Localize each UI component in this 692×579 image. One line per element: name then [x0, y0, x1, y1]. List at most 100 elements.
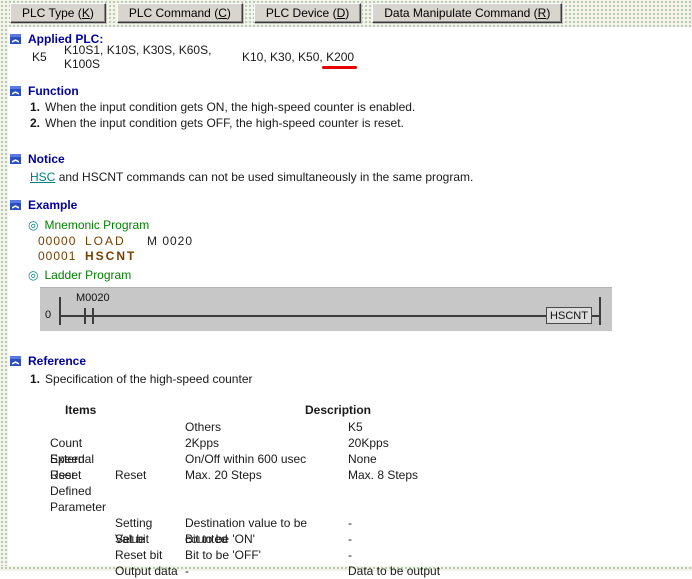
mnemonic-line: 00001 HSCNT: [38, 248, 690, 263]
table-header-row: Items Description: [50, 403, 690, 419]
table-cell: Max. 20 Steps: [185, 467, 348, 483]
reference-item: 1.Specification of the high-speed counte…: [30, 371, 690, 387]
plc-group-k5: K5: [32, 50, 64, 64]
section-title: Notice: [28, 152, 65, 166]
book-icon: [10, 85, 22, 97]
notice-text-rest: and HSCNT commands can not be used simul…: [59, 170, 474, 184]
table-cell: Parameter: [50, 499, 115, 515]
table-row: UserResetMax. 20 StepsMax. 8 Steps: [50, 467, 690, 483]
item-number: 1.: [30, 100, 40, 114]
section-title: Example: [28, 198, 77, 212]
item-number: 2.: [30, 116, 40, 130]
table-cell: [185, 499, 348, 515]
table-cell: K5: [348, 419, 690, 435]
step-address: 00001: [38, 249, 85, 263]
right-power-rail: [599, 297, 601, 325]
rung-number: 0: [45, 309, 51, 321]
help-content: Applied PLC: K5 K10S1, K10S, K30S, K60S,…: [10, 31, 690, 579]
k200-highlight: K200: [326, 50, 354, 64]
applied-plc-list: K5 K10S1, K10S, K30S, K60S, K100S K10, K…: [32, 49, 690, 65]
table-row: OthersK5: [50, 419, 690, 435]
specification-table: Items Description OthersK5 Count Speed 2K…: [50, 403, 690, 579]
bullseye-icon: ◎: [28, 218, 38, 232]
table-cell: Others: [185, 419, 348, 435]
notice-text: HSC and HSCNT commands can not be used s…: [30, 169, 690, 185]
item-text: When the input condition gets ON, the hi…: [45, 100, 415, 114]
plc-device-button[interactable]: PLC Device (D): [254, 3, 361, 23]
k200-text: K200: [326, 50, 354, 64]
table-cell: [50, 563, 115, 579]
plc-command-button[interactable]: PLC Command (C): [117, 3, 243, 23]
plc-group-k10s-series: K10S1, K10S, K30S, K60S, K100S: [64, 43, 242, 71]
section-title: Reference: [28, 354, 86, 368]
table-cell: [50, 419, 115, 435]
instruction: HSCNT: [85, 249, 147, 263]
book-icon: [10, 199, 22, 211]
section-title: Function: [28, 84, 79, 98]
table-row: Defined: [50, 483, 690, 499]
accelerator-key: R: [538, 6, 547, 20]
contact-bar: [84, 308, 86, 324]
table-cell: [185, 483, 348, 499]
table-cell: 20Kpps: [348, 435, 690, 451]
table-row: Output data-Data to be output: [50, 563, 690, 579]
section-function-header: Function: [10, 83, 690, 99]
table-cell: Setting Value: [115, 515, 185, 531]
table-row: External ResetOn/Off within 600 usecNone: [50, 451, 690, 467]
table-cell: Reset bit: [115, 547, 185, 563]
table-cell: External Reset: [50, 451, 115, 467]
red-underline-annotation: [322, 66, 357, 69]
left-power-rail: [59, 297, 61, 325]
table-row: Set bitBit to be 'ON'-: [50, 531, 690, 547]
table-cell: Destination value to be counted: [185, 515, 348, 531]
button-label: PLC Command (: [129, 6, 218, 20]
hsc-link[interactable]: HSC: [30, 170, 55, 184]
ladder-program-header: ◎ Ladder Program: [28, 267, 690, 283]
rung-line: [59, 315, 601, 317]
table-cell: Data to be output: [348, 563, 690, 579]
button-label: Data Manipulate Command (: [384, 6, 537, 20]
accelerator-key: D: [337, 6, 346, 20]
mnemonic-program-header: ◎ Mnemonic Program: [28, 217, 690, 233]
button-label: ): [227, 6, 231, 20]
window-left-border: [0, 0, 8, 571]
table-cell: None: [348, 451, 690, 467]
function-item: 1. When the input condition gets ON, the …: [30, 99, 690, 115]
table-cell: [115, 499, 185, 515]
table-row: Parameter: [50, 499, 690, 515]
book-icon: [10, 153, 22, 165]
plc-type-button[interactable]: PLC Type (K): [10, 3, 106, 23]
table-cell: User: [50, 467, 115, 483]
item-text: Specification of the high-speed counter: [45, 372, 252, 386]
table-row: Reset bitBit to be 'OFF'-: [50, 547, 690, 563]
button-label: ): [90, 6, 94, 20]
table-cell: 2Kpps: [185, 435, 348, 451]
subsection-title: Mnemonic Program: [44, 218, 149, 232]
button-label: PLC Device (: [266, 6, 337, 20]
item-text: When the input condition gets OFF, the h…: [45, 116, 404, 130]
table-cell: [50, 547, 115, 563]
book-icon: [10, 355, 22, 367]
table-cell: [115, 451, 185, 467]
table-row: Setting ValueDestination value to be cou…: [50, 515, 690, 531]
section-notice-header: Notice: [10, 151, 690, 167]
table-cell: Count Speed: [50, 435, 115, 451]
ladder-diagram: 0 M0020 HSCNT: [40, 287, 612, 331]
accelerator-key: K: [82, 6, 90, 20]
table-cell: Max. 8 Steps: [348, 467, 690, 483]
table-cell: -: [348, 515, 690, 531]
table-cell: [50, 531, 115, 547]
table-cell: Reset: [115, 467, 185, 483]
table-cell: [115, 419, 185, 435]
description-column-header: Description: [305, 403, 371, 417]
hscnt-instruction-box: HSCNT: [546, 307, 592, 324]
data-manipulate-command-button[interactable]: Data Manipulate Command (R): [372, 3, 562, 23]
table-cell: -: [185, 563, 348, 579]
function-item: 2. When the input condition gets OFF, the…: [30, 115, 690, 131]
table-cell: [50, 515, 115, 531]
table-row: Count Speed 2Kpps20Kpps: [50, 435, 690, 451]
table-cell: [348, 499, 690, 515]
table-cell: Output data: [115, 563, 185, 579]
mnemonic-line: 00000 LOAD M 0020: [38, 233, 690, 248]
table-cell: Defined: [50, 483, 115, 499]
